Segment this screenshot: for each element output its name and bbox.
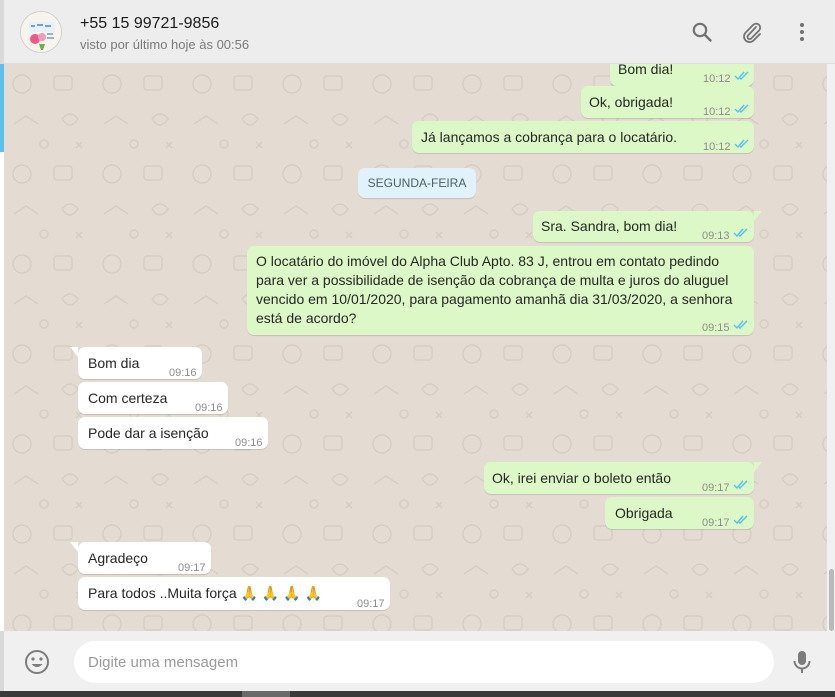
message-time: 09:16 [235,437,263,449]
message-incoming[interactable]: Agradeço 09:17 [70,542,211,574]
contact-name[interactable]: +55 15 99721-9856 [80,15,219,33]
message-outgoing[interactable]: Ok, irei enviar o boleto então 09:17 [484,462,762,494]
message-text: Bom dia! [618,64,674,77]
message-text: Com certeza [88,390,168,406]
message-outgoing[interactable]: Já lançamos a cobrança para o locatário.… [412,121,754,153]
contact-avatar[interactable] [20,11,62,53]
message-outgoing[interactable]: Obrigada 09:17 [605,497,754,529]
message-incoming[interactable]: Bom dia 09:16 [70,347,202,379]
avatar-image [21,12,61,52]
microphone-icon[interactable] [791,649,813,675]
message-time: 10:12 [703,141,731,153]
message-text: Ok, obrigada! [589,94,674,110]
message-time: 09:17 [178,562,206,574]
message-time: 09:17 [702,482,730,494]
message-input[interactable] [88,651,748,673]
message-text: Bom dia [88,355,140,371]
message-time: 09:17 [357,598,385,610]
message-outgoing[interactable]: O locatário do imóvel do Alpha Club Apto… [247,246,754,335]
message-text: Pode dar a isenção [88,425,209,441]
taskbar-edge [0,691,835,697]
message-text: Ok, irei enviar o boleto então [492,470,671,486]
message-outgoing[interactable]: Ok, obrigada! 10:12 [581,86,754,118]
message-time: 09:13 [702,230,730,242]
read-ticks-icon [734,104,749,114]
chat-scrollbar[interactable] [827,64,835,631]
chat-panel: Bom dia! 10:12 Ok, obrigada! 10:12 Já la… [4,64,827,631]
attach-icon[interactable] [739,20,763,44]
message-composer [0,631,835,691]
scroll-thumb[interactable] [829,569,834,631]
message-incoming[interactable]: Pode dar a isenção 09:16 [78,417,268,449]
emoji-icon[interactable] [24,649,50,675]
message-text: Sra. Sandra, bom dia! [541,218,678,234]
message-time: 09:17 [702,517,730,529]
read-ticks-icon [733,228,748,238]
message-input-box[interactable] [74,641,774,683]
read-ticks-icon [733,320,748,330]
read-ticks-icon [734,71,749,81]
read-ticks-icon [733,480,748,490]
read-ticks-icon [734,139,749,149]
message-incoming[interactable]: Com certeza 09:16 [78,382,228,414]
message-outgoing[interactable]: Sra. Sandra, bom dia! 09:13 [533,211,762,242]
message-time: 10:12 [703,106,731,118]
read-ticks-icon [733,515,748,525]
chat-header: +55 15 99721-9856 visto por último hoje … [0,0,835,64]
message-text: O locatário do imóvel do Alpha Club Apto… [256,253,733,326]
message-outgoing[interactable]: Bom dia! 10:12 [610,64,754,86]
message-incoming[interactable]: Para todos ..Muita força 🙏 🙏 🙏 🙏 09:17 [78,577,390,610]
message-text: Para todos ..Muita força 🙏 🙏 🙏 🙏 [88,585,322,601]
message-time: 09:16 [169,367,197,379]
day-separator: SEGUNDA-FEIRA [358,168,476,198]
search-icon[interactable] [690,20,714,44]
last-seen-status: visto por último hoje às 00:56 [80,37,250,52]
menu-icon[interactable] [790,20,814,44]
message-text: Agradeço [88,550,148,566]
message-text: Obrigada [615,505,673,521]
message-time: 09:16 [195,402,223,414]
message-text: Já lançamos a cobrança para o locatário. [421,129,678,145]
message-time: 09:15 [702,322,730,334]
